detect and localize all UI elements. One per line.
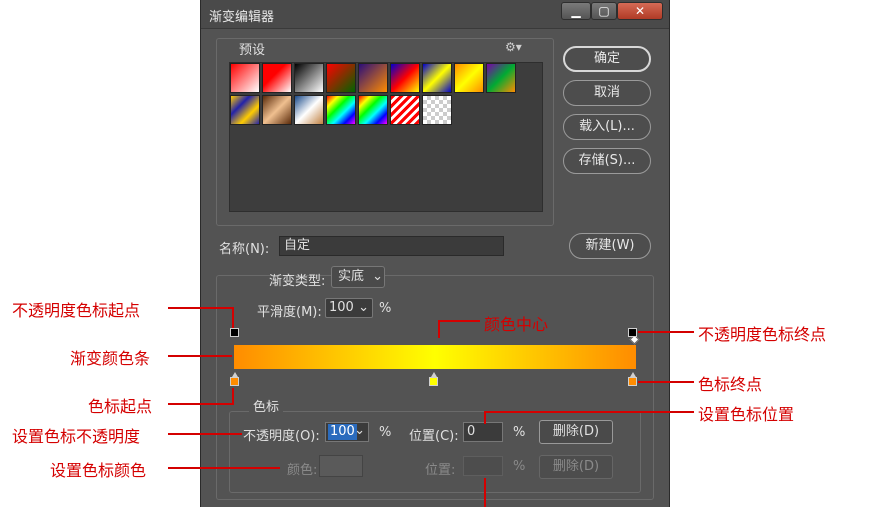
color-stop-start[interactable] — [230, 372, 239, 386]
new-button[interactable]: 新建(W) — [569, 233, 651, 259]
minimize-button[interactable]: ▁ — [561, 2, 591, 20]
annotation-gradient-bar: 渐变颜色条 — [70, 349, 151, 368]
annotation-line — [168, 403, 232, 405]
annotation-line — [484, 411, 694, 413]
color-stops-label: 色标 — [249, 396, 284, 415]
smoothness-input[interactable]: 100 ⌄ — [325, 298, 373, 318]
preset-swatch[interactable] — [294, 95, 324, 125]
annotation-line — [232, 307, 234, 328]
close-button[interactable]: ✕ — [617, 2, 663, 20]
annotation-line — [232, 388, 234, 405]
smoothness-label: 平滑度(M): — [257, 305, 322, 320]
chevron-down-icon: ⌄ — [358, 300, 369, 315]
smoothness-value: 100 — [329, 300, 354, 315]
color-stop-position-label: 位置: — [425, 463, 456, 478]
color-stop-end[interactable] — [628, 372, 637, 386]
annotation-line — [168, 307, 232, 309]
preset-swatch[interactable] — [326, 63, 356, 93]
chevron-down-icon: ⌄ — [372, 269, 384, 284]
annotation-line — [484, 411, 486, 424]
stop-opacity-value: 100 — [328, 424, 357, 440]
stop-position-input[interactable]: 0 — [463, 422, 503, 442]
gradient-type-label: 渐变类型: — [269, 274, 326, 289]
annotation-line — [440, 320, 480, 322]
stop-position-unit: % — [513, 425, 526, 440]
preset-swatch[interactable] — [294, 63, 324, 93]
annotation-line — [484, 478, 486, 507]
presets-grid — [229, 62, 543, 212]
gear-icon[interactable]: ⚙▾ — [505, 40, 522, 54]
preset-swatch[interactable] — [230, 95, 260, 125]
annotation-opacity-start: 不透明度色标起点 — [12, 301, 141, 320]
color-stop-position-unit: % — [513, 459, 526, 474]
preset-swatch[interactable] — [486, 63, 516, 93]
annotation-color-center: 颜色中心 — [484, 315, 549, 334]
preset-swatch[interactable] — [358, 95, 388, 125]
gradient-type-select[interactable]: 实底 ⌄ — [331, 266, 385, 288]
gradient-editor-dialog: 渐变编辑器 ▁ ▢ ✕ 预设 ⚙▾ 确定 取消 载入(L)... 存储(S)..… — [200, 0, 670, 507]
preset-swatch[interactable] — [262, 95, 292, 125]
annotation-color-start: 色标起点 — [88, 397, 153, 416]
stop-position-label: 位置(C): — [409, 429, 459, 444]
chevron-down-icon: ⌄ — [354, 423, 365, 438]
load-button[interactable]: 载入(L)... — [563, 114, 651, 140]
annotation-line — [638, 331, 694, 333]
annotation-set-opacity: 设置色标不透明度 — [12, 427, 141, 446]
preset-swatch[interactable] — [390, 95, 420, 125]
title-bar[interactable]: 渐变编辑器 ▁ ▢ ✕ — [201, 0, 669, 29]
minimize-icon: ▁ — [571, 4, 581, 18]
smoothness-unit: % — [379, 301, 392, 316]
stop-opacity-label: 不透明度(O): — [243, 429, 320, 444]
stop-opacity-unit: % — [379, 425, 392, 440]
delete-stop-button[interactable]: 删除(D) — [539, 420, 613, 444]
stop-opacity-input[interactable]: 100 ⌄ — [325, 422, 369, 442]
annotation-line — [168, 355, 232, 357]
annotation-color-end: 色标终点 — [698, 375, 763, 394]
color-stop-position-input[interactable] — [463, 456, 503, 476]
stop-color-label: 颜色: — [287, 463, 318, 478]
cancel-button[interactable]: 取消 — [563, 80, 651, 106]
annotation-set-color: 设置色标颜色 — [50, 461, 147, 480]
annotation-opacity-end: 不透明度色标终点 — [698, 325, 827, 344]
preset-swatch[interactable] — [326, 95, 356, 125]
maximize-icon: ▢ — [598, 4, 610, 18]
preset-swatch[interactable] — [358, 63, 388, 93]
color-stop-mid[interactable] — [429, 372, 438, 386]
preset-swatch[interactable] — [262, 63, 292, 93]
annotation-line — [168, 433, 242, 435]
preset-swatch[interactable] — [230, 63, 260, 93]
dialog-title: 渐变编辑器 — [209, 10, 275, 25]
preset-swatch[interactable] — [390, 63, 420, 93]
save-button[interactable]: 存储(S)... — [563, 148, 651, 174]
close-icon: ✕ — [634, 4, 646, 18]
delete-color-stop-button[interactable]: 删除(D) — [539, 455, 613, 479]
ok-button[interactable]: 确定 — [563, 46, 651, 72]
gradient-type-value: 实底 — [338, 269, 365, 284]
maximize-button[interactable]: ▢ — [591, 2, 617, 20]
name-input[interactable]: 自定 — [279, 236, 504, 256]
annotation-line — [438, 320, 440, 338]
preset-swatch[interactable] — [422, 95, 452, 125]
presets-label: 预设 — [239, 43, 266, 58]
preset-swatch[interactable] — [422, 63, 452, 93]
preset-swatch[interactable] — [454, 63, 484, 93]
annotation-set-position: 设置色标位置 — [698, 405, 795, 424]
annotation-line — [638, 381, 694, 383]
stop-color-swatch[interactable] — [319, 455, 363, 477]
opacity-stop-start[interactable] — [230, 328, 239, 337]
opacity-stop-end[interactable] — [628, 328, 637, 337]
name-label: 名称(N): — [219, 242, 270, 257]
gradient-bar[interactable] — [234, 345, 636, 369]
annotation-line — [168, 467, 280, 469]
